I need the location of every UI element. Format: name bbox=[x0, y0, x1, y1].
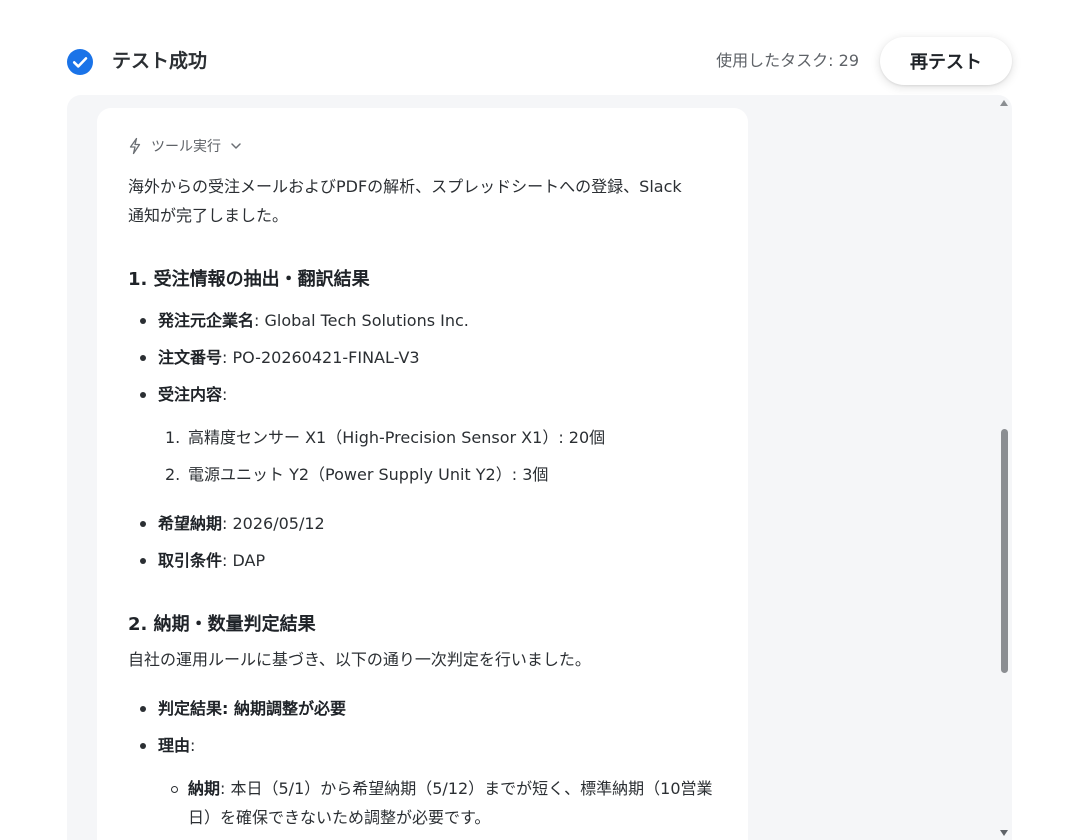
item-key: 注文番号 bbox=[158, 348, 223, 367]
item-value: : bbox=[190, 736, 196, 755]
item-key: 判定結果 bbox=[158, 699, 223, 718]
item-text: 高精度センサー X1（High-Precision Sensor X1）: 20… bbox=[188, 428, 606, 447]
item-value: : DAP bbox=[222, 551, 266, 570]
item-text: 日）を確保できないため調整が必要です。 bbox=[188, 808, 491, 827]
reason-list: 納期: 本日（5/1）から希望納期（5/12）までが短く、標準納期（10営業 日… bbox=[128, 774, 724, 832]
intro-line: 海外からの受注メールおよびPDFの解析、スプレッドシートへの登録、Slack bbox=[128, 177, 682, 196]
list-item: 2. 電源ユニット Y2（Power Supply Unit Y2）: 3個 bbox=[128, 460, 724, 489]
tool-execution-label: ツール実行 bbox=[151, 139, 221, 155]
delivery-info-list: 希望納期: 2026/05/12 取引条件: DAP bbox=[128, 509, 724, 575]
chevron-down-icon bbox=[231, 143, 241, 149]
item-number: 2. bbox=[165, 465, 181, 484]
item-key: 受注内容 bbox=[158, 385, 223, 404]
item-text: 電源ユニット Y2（Power Supply Unit Y2）: 3個 bbox=[188, 465, 549, 484]
result-header: テスト成功 使用したタスク: 29 再テスト bbox=[0, 0, 1084, 96]
section-heading: 2. 納期・数量判定結果 bbox=[128, 614, 316, 635]
result-intro: 海外からの受注メールおよびPDFの解析、スプレッドシートへの登録、Slack 通… bbox=[128, 172, 724, 230]
check-circle-icon bbox=[67, 49, 93, 75]
item-value: : 納期調整が必要 bbox=[222, 699, 346, 718]
item-key: 希望納期 bbox=[158, 514, 223, 533]
intro-line: 通知が完了しました。 bbox=[128, 206, 289, 225]
list-item: 取引条件: DAP bbox=[128, 546, 724, 575]
lightning-icon bbox=[129, 137, 141, 155]
item-text: : 本日（5/1）から希望納期（5/12）までが短く、標準納期（10営業 bbox=[220, 779, 713, 798]
list-item: 注文番号: PO-20260421-FINAL-V3 bbox=[128, 343, 724, 372]
result-content: 海外からの受注メールおよびPDFの解析、スプレッドシートへの登録、Slack 通… bbox=[128, 172, 724, 832]
list-item: 希望納期: 2026/05/12 bbox=[128, 509, 724, 538]
item-key: 理由 bbox=[158, 736, 191, 755]
status-title: テスト成功 bbox=[112, 50, 208, 72]
scrollbar-thumb[interactable] bbox=[1001, 429, 1008, 673]
list-item: 判定結果: 納期調整が必要 bbox=[128, 694, 724, 723]
item-value: : PO-20260421-FINAL-V3 bbox=[222, 348, 420, 367]
item-value: : bbox=[222, 385, 228, 404]
item-value: : 2026/05/12 bbox=[222, 514, 325, 533]
item-number: 1. bbox=[165, 428, 181, 447]
scroll-down-arrow-icon[interactable] bbox=[1000, 829, 1008, 837]
order-items-list: 1. 高精度センサー X1（High-Precision Sensor X1）:… bbox=[128, 423, 724, 489]
scroll-up-arrow-icon[interactable] bbox=[1000, 99, 1008, 107]
result-card: ツール実行 海外からの受注メールおよびPDFの解析、スプレッドシートへの登録、S… bbox=[97, 108, 748, 840]
list-item: 納期: 本日（5/1）から希望納期（5/12）までが短く、標準納期（10営業 日… bbox=[128, 774, 724, 832]
retest-button[interactable]: 再テスト bbox=[880, 37, 1012, 85]
section-intro: 自社の運用ルールに基づき、以下の通り一次判定を行いました。 bbox=[128, 650, 591, 669]
item-key: 納期 bbox=[188, 779, 221, 798]
section-heading: 1. 受注情報の抽出・翻訳結果 bbox=[128, 269, 370, 290]
list-item: 理由: bbox=[128, 731, 724, 760]
test-result-page: テスト成功 使用したタスク: 29 再テスト ツール実行 海外からの受注メールお… bbox=[0, 0, 1084, 840]
order-info-list: 発注元企業名: Global Tech Solutions Inc. 注文番号:… bbox=[128, 306, 724, 409]
judgement-list: 判定結果: 納期調整が必要 理由: bbox=[128, 694, 724, 760]
result-panel: ツール実行 海外からの受注メールおよびPDFの解析、スプレッドシートへの登録、S… bbox=[67, 95, 1012, 840]
task-usage-count: 使用したタスク: 29 bbox=[716, 51, 859, 70]
tool-execution-toggle[interactable]: ツール実行 bbox=[127, 134, 243, 158]
item-key: 発注元企業名 bbox=[158, 311, 255, 330]
list-item: 発注元企業名: Global Tech Solutions Inc. bbox=[128, 306, 724, 335]
item-key: 取引条件 bbox=[158, 551, 223, 570]
list-item: 受注内容: bbox=[128, 380, 724, 409]
list-item: 1. 高精度センサー X1（High-Precision Sensor X1）:… bbox=[128, 423, 724, 452]
item-value: : Global Tech Solutions Inc. bbox=[254, 311, 469, 330]
